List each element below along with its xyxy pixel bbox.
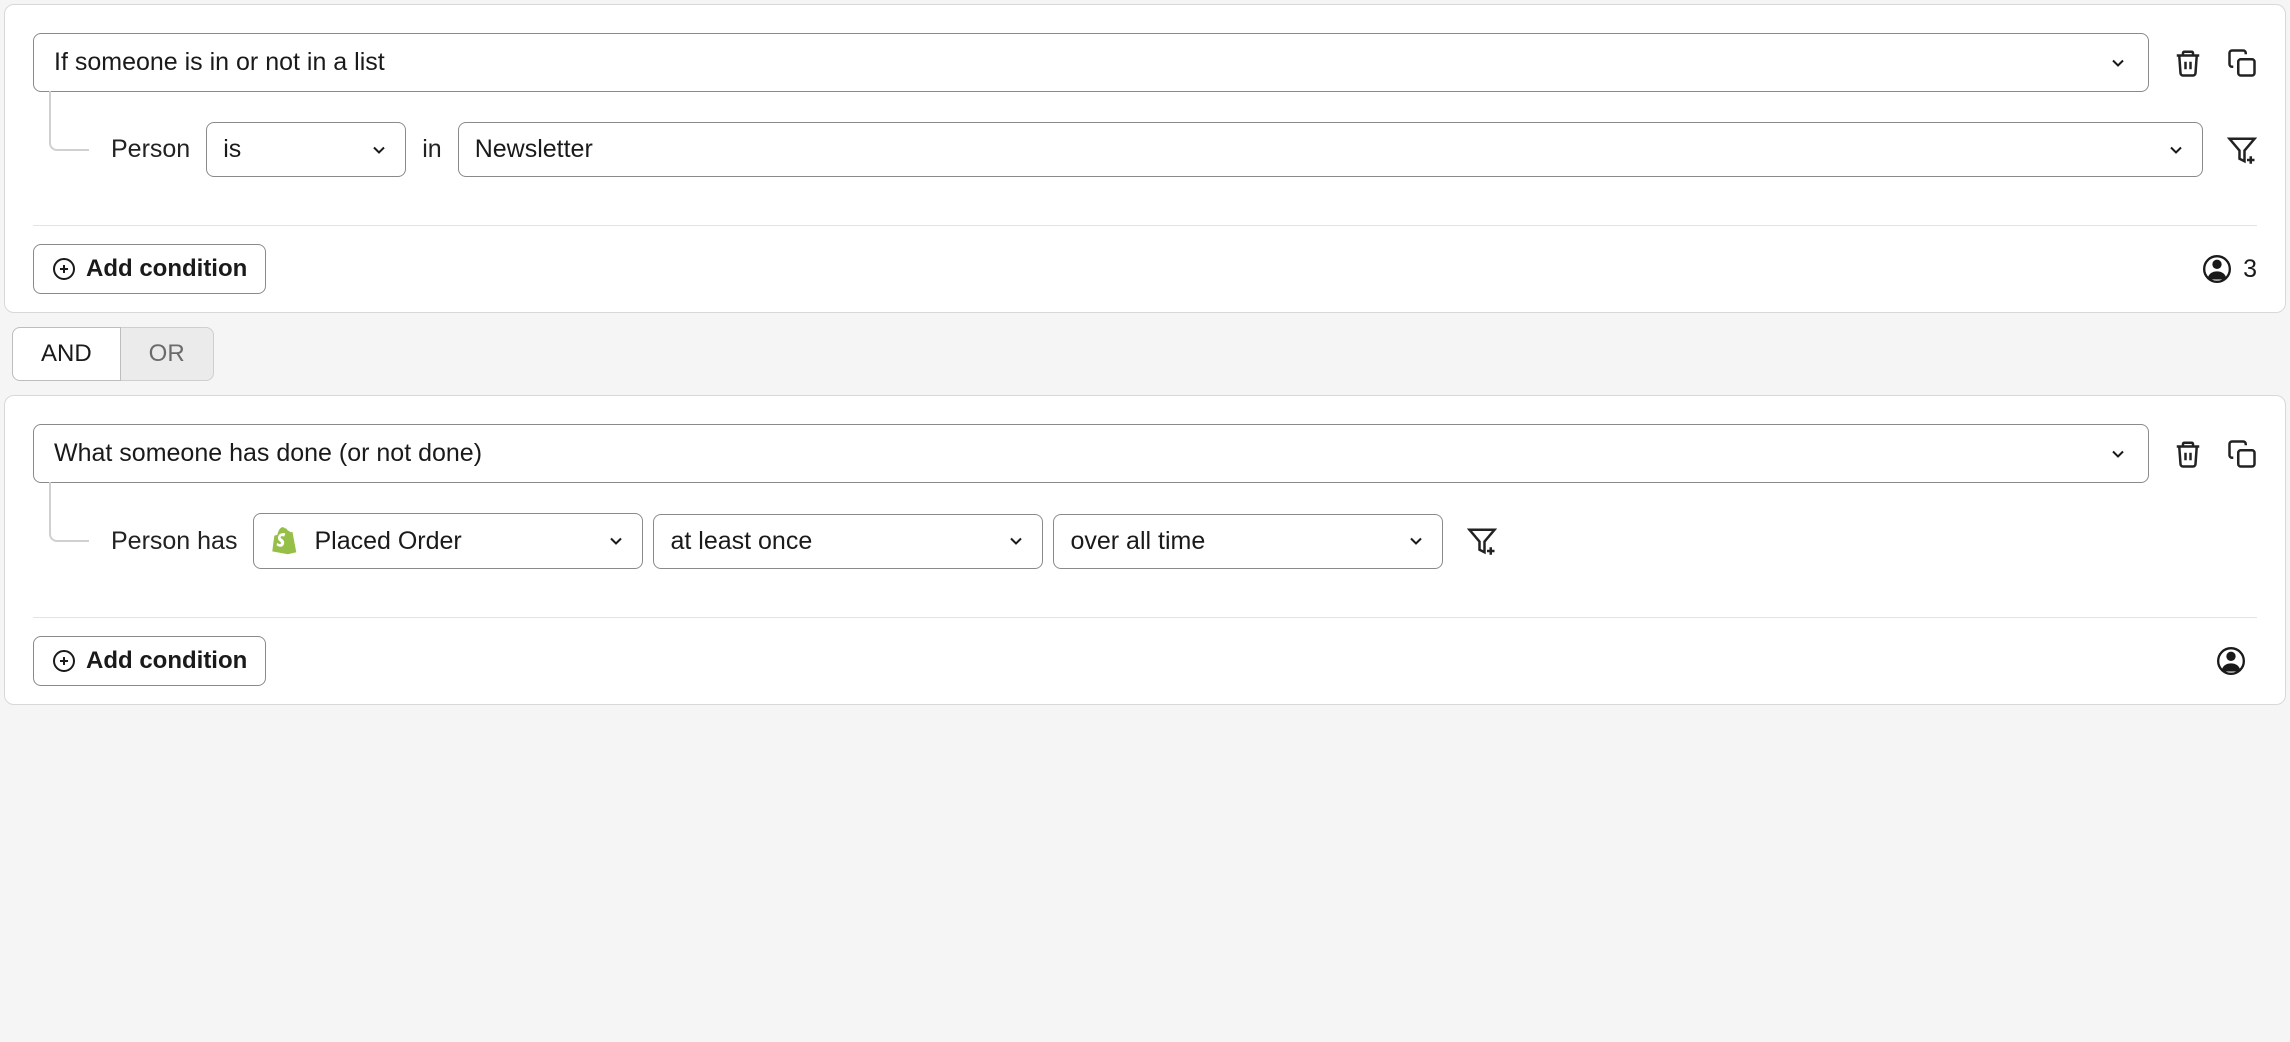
connector-line	[49, 91, 89, 151]
person-icon	[2217, 647, 2245, 675]
connector-line	[49, 482, 89, 542]
person-icon	[2203, 255, 2231, 283]
chevron-down-icon	[2108, 444, 2128, 464]
metric-option-label: Placed Order	[314, 527, 461, 556]
chevron-down-icon	[2108, 53, 2128, 73]
chevron-down-icon	[369, 140, 389, 160]
condition-group-1: If someone is in or not in a list Person…	[4, 4, 2286, 313]
copy-button[interactable]	[2227, 439, 2257, 469]
sub-condition-row: Person has Placed Order at least once ov…	[49, 513, 2257, 569]
condition-type-select[interactable]: If someone is in or not in a list	[33, 33, 2149, 92]
member-count: 3	[2203, 255, 2257, 284]
add-filter-button[interactable]	[1467, 526, 1497, 556]
condition-type-label: If someone is in or not in a list	[54, 48, 385, 77]
tab-or[interactable]: OR	[121, 327, 214, 381]
in-label: in	[422, 135, 441, 164]
count-value: 3	[2243, 255, 2257, 284]
chevron-down-icon	[1006, 531, 1026, 551]
condition-group-2: What someone has done (or not done) Pers…	[4, 395, 2286, 705]
copy-button[interactable]	[2227, 48, 2257, 78]
group-footer: Add condition	[33, 636, 2257, 686]
time-option-label: over all time	[1070, 527, 1205, 556]
delete-button[interactable]	[2173, 48, 2203, 78]
delete-button[interactable]	[2173, 439, 2203, 469]
divider	[33, 617, 2257, 618]
condition-type-row: What someone has done (or not done)	[33, 424, 2257, 483]
add-condition-label: Add condition	[86, 647, 247, 675]
frequency-select[interactable]: at least once	[653, 514, 1043, 569]
condition-type-row: If someone is in or not in a list	[33, 33, 2257, 92]
shopify-icon	[270, 526, 298, 556]
is-select[interactable]: is	[206, 122, 406, 177]
chevron-down-icon	[2166, 140, 2186, 160]
add-condition-label: Add condition	[86, 255, 247, 283]
sub-condition-row: Person is in Newsletter	[49, 122, 2257, 177]
tab-and-label: AND	[41, 340, 92, 367]
chevron-down-icon	[1406, 531, 1426, 551]
metric-select[interactable]: Placed Order	[253, 513, 643, 569]
person-label: Person	[111, 135, 190, 164]
is-option-label: is	[223, 135, 241, 164]
list-option-label: Newsletter	[475, 135, 593, 164]
plus-circle-icon	[52, 649, 76, 673]
add-filter-button[interactable]	[2227, 135, 2257, 165]
member-count	[2217, 647, 2257, 675]
time-select[interactable]: over all time	[1053, 514, 1443, 569]
frequency-option-label: at least once	[670, 527, 812, 556]
add-condition-button[interactable]: Add condition	[33, 244, 266, 294]
person-has-label: Person has	[111, 527, 237, 556]
condition-type-label: What someone has done (or not done)	[54, 439, 482, 468]
divider	[33, 225, 2257, 226]
plus-circle-icon	[52, 257, 76, 281]
logic-operator-tabs: AND OR	[12, 327, 2286, 381]
group-footer: Add condition 3	[33, 244, 2257, 294]
chevron-down-icon	[606, 531, 626, 551]
tab-or-label: OR	[149, 340, 185, 367]
add-condition-button[interactable]: Add condition	[33, 636, 266, 686]
condition-type-select[interactable]: What someone has done (or not done)	[33, 424, 2149, 483]
tab-and[interactable]: AND	[12, 327, 121, 381]
list-select[interactable]: Newsletter	[458, 122, 2203, 177]
